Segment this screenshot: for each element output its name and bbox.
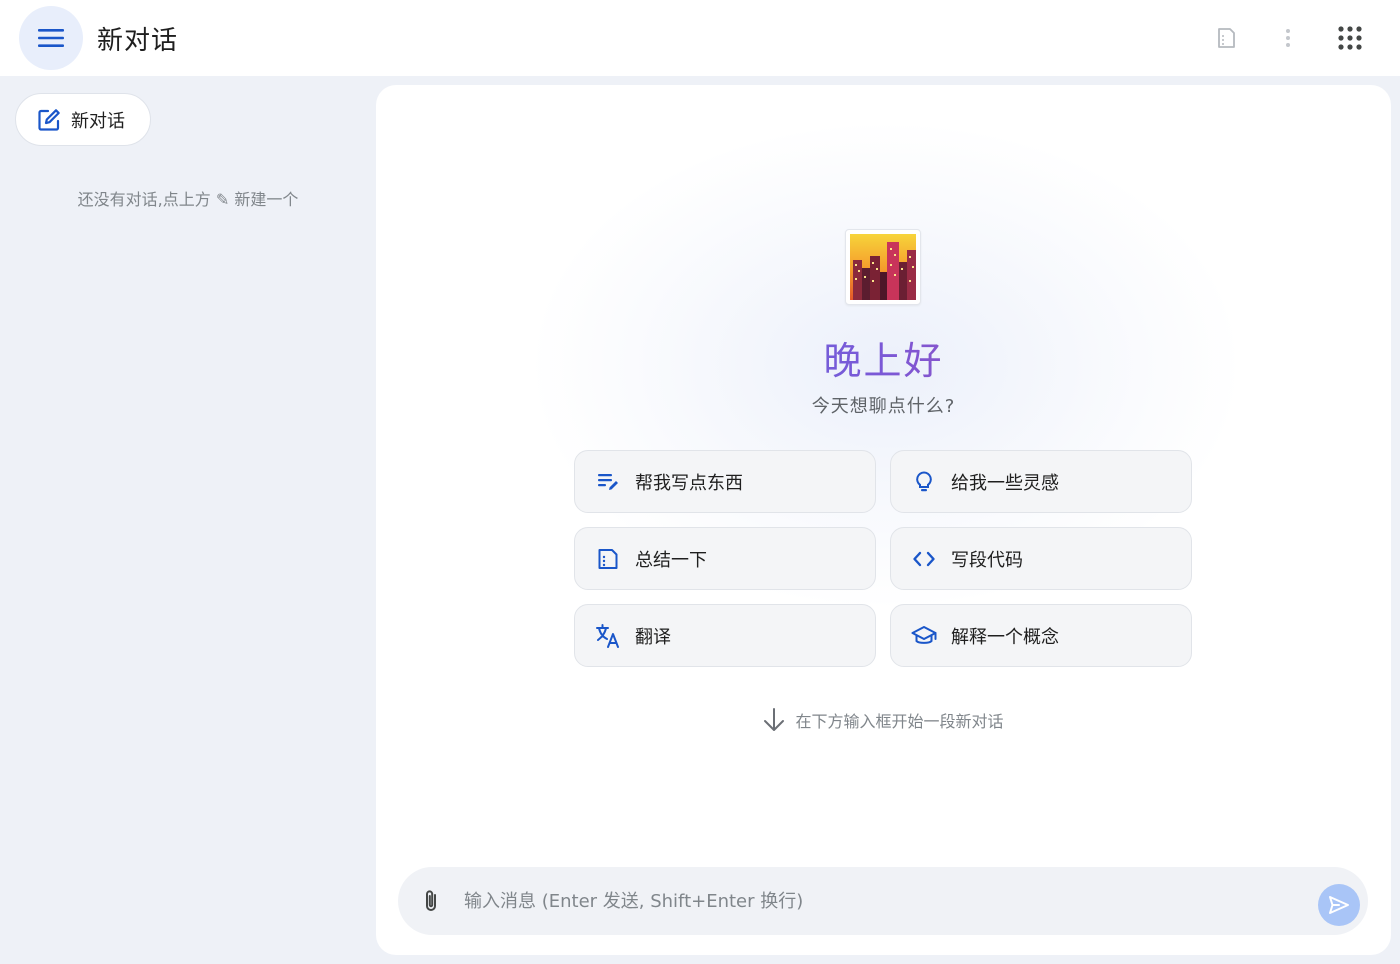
suggestion-label: 给我一些灵感 [951, 472, 1059, 494]
suggestion-label: 翻译 [635, 626, 671, 648]
code-icon [911, 546, 937, 572]
suggestion-code[interactable]: 写段代码 [890, 527, 1192, 590]
suggestion-grid: 帮我写点东西 给我一些灵感 总结一下 写段代码 翻译 解释一个概念 [574, 450, 1192, 667]
start-hint-text: 在下方输入框开始一段新对话 [795, 712, 1004, 731]
page-title: 新对话 [97, 26, 179, 56]
edit-square-icon [38, 108, 60, 131]
suggestion-label: 写段代码 [951, 549, 1023, 571]
empty-conversations-hint: 还没有对话,点上方 ✎ 新建一个 [77, 190, 299, 209]
hamburger-menu-icon [38, 29, 64, 47]
suggestion-write[interactable]: 帮我写点东西 [574, 450, 876, 513]
new-chat-button[interactable]: 新对话 [15, 93, 151, 146]
suggestion-label: 总结一下 [635, 549, 707, 571]
chat-panel: 晚上好 今天想聊点什么? 帮我写点东西 给我一些灵感 总结一下 写段代码 翻译 … [376, 85, 1391, 955]
suggestion-label: 帮我写点东西 [635, 472, 743, 494]
message-input[interactable] [464, 881, 1284, 921]
new-chat-label: 新对话 [71, 110, 125, 132]
start-hint: 在下方输入框开始一段新对话 [376, 707, 1391, 733]
more-vert-icon [1286, 29, 1290, 47]
sidebar: 新对话 还没有对话,点上方 ✎ 新建一个 [0, 76, 376, 964]
suggestion-label: 解释一个概念 [951, 626, 1059, 648]
translate-icon [595, 623, 621, 649]
summary-doc-icon [595, 546, 621, 572]
summary-doc-icon [1218, 28, 1235, 48]
suggestion-translate[interactable]: 翻译 [574, 604, 876, 667]
attach-button[interactable] [414, 884, 448, 918]
menu-button[interactable] [19, 6, 83, 70]
suggestion-summarize[interactable]: 总结一下 [574, 527, 876, 590]
summary-button[interactable] [1206, 18, 1246, 58]
school-icon [911, 623, 937, 649]
message-composer [398, 867, 1368, 935]
paperclip-icon [426, 890, 436, 911]
night-city-emoji-icon [845, 229, 921, 305]
apps-button[interactable] [1330, 18, 1370, 58]
greeting-title: 晚上好 [376, 330, 1391, 385]
arrow-down-icon [764, 708, 785, 731]
more-options-button[interactable] [1268, 18, 1308, 58]
write-edit-icon [595, 469, 621, 495]
apps-grid-icon [1338, 26, 1362, 50]
suggestion-explain[interactable]: 解释一个概念 [890, 604, 1192, 667]
suggestion-inspire[interactable]: 给我一些灵感 [890, 450, 1192, 513]
send-icon [1329, 896, 1349, 914]
greeting-subtitle: 今天想聊点什么? [811, 396, 956, 417]
lightbulb-icon [911, 469, 937, 495]
top-app-bar: 新对话 [0, 0, 1400, 76]
send-button[interactable] [1318, 884, 1360, 926]
